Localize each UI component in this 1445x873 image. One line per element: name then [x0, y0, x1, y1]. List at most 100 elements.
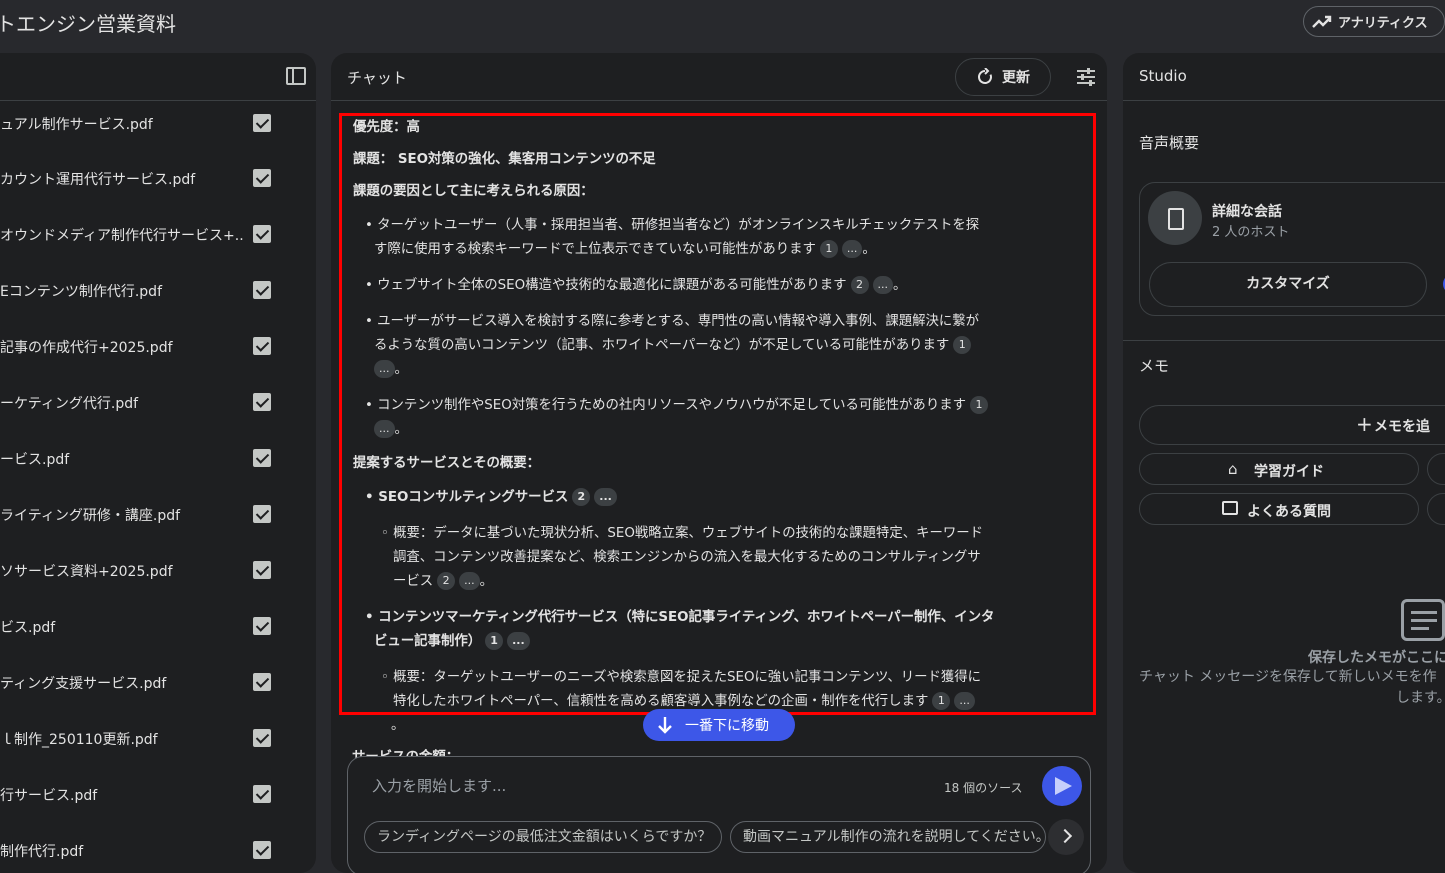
source-checkbox[interactable] [253, 785, 271, 803]
citation-more-badge[interactable]: ... [374, 360, 395, 378]
study-guide-button[interactable]: ⌂ 学習ガイド [1139, 453, 1419, 485]
citation-more-badge[interactable]: ... [594, 488, 617, 506]
source-item[interactable]: ソサービス資料+2025.pdf [0, 558, 300, 582]
timeline-button[interactable] [1427, 493, 1445, 525]
service-desc-text: 特化したホワイトペーパー、信頼性を高める顧客導入事例などの企画・制作を代行します [393, 694, 929, 709]
citation-badge[interactable]: 2 [572, 488, 591, 506]
source-checkbox[interactable] [253, 169, 271, 187]
settings-sliders-icon[interactable] [1076, 68, 1096, 86]
source-item[interactable]: ービス.pdf [0, 446, 300, 470]
send-button[interactable] [1042, 766, 1082, 806]
notebook-title[interactable]: トエンジン営業資料 [0, 8, 176, 37]
source-name: ライティング研修・講座.pdf [0, 508, 181, 524]
cause-item-cont: ...。 [374, 418, 408, 442]
chevron-right-icon[interactable] [1048, 819, 1084, 855]
citation-badge[interactable]: 1 [932, 692, 951, 710]
faq-label: よくある質問 [1247, 504, 1331, 520]
citation-badge[interactable]: 1 [485, 632, 504, 650]
suggestion-chip[interactable]: 動画マニュアル制作の流れを説明してください。 [730, 821, 1046, 853]
sources-panel: ュアル制作サービス.pdf カウント運用代行サービス.pdf オウンドメディア制… [0, 53, 316, 873]
chat-header: チャット 更新 [331, 53, 1107, 101]
citation-more-badge[interactable]: ... [954, 692, 975, 710]
collapse-panel-icon[interactable] [286, 67, 306, 85]
briefing-button[interactable] [1427, 453, 1445, 485]
citation-more-badge[interactable]: ... [841, 240, 863, 258]
top-bar: トエンジン営業資料 アナリティクス [0, 0, 1445, 45]
source-item[interactable]: カウント運用代行サービス.pdf [0, 166, 300, 190]
divider [1123, 340, 1445, 341]
citation-badge[interactable]: 1 [819, 240, 838, 258]
plus-icon: + [1356, 412, 1373, 436]
cause-text: す際に使用する検索キーワードで上位表示できていない可能性があります [374, 242, 816, 257]
period: 。 [862, 242, 876, 257]
source-checkbox[interactable] [253, 617, 271, 635]
chat-input-box[interactable]: 入力を開始します... 18 個のソース ランディングページの最低注文金額はいく… [347, 756, 1091, 873]
source-name: ーケティング代行.pdf [0, 396, 139, 412]
source-name: オウンドメディア制作代行サービス+... [0, 228, 245, 244]
source-checkbox[interactable] [253, 729, 271, 747]
source-checkbox[interactable] [253, 505, 271, 523]
citation-more-badge[interactable]: ... [872, 276, 894, 294]
issue-line: 課題： SEO対策の強化、集客用コンテンツの不足 [353, 152, 656, 167]
source-name: ュアル制作サービス.pdf [0, 117, 153, 133]
source-checkbox[interactable] [253, 225, 271, 243]
source-name: 記事の作成代行+2025.pdf [0, 340, 173, 356]
scroll-label: 一番下に移動 [685, 718, 769, 734]
refresh-button[interactable]: 更新 [955, 58, 1051, 96]
citation-badge[interactable]: 2 [850, 276, 869, 294]
source-item[interactable]: ビス.pdf [0, 614, 300, 638]
suggestion-chip[interactable]: ランディングページの最低注文金額はいくらですか？ [364, 821, 722, 853]
empty-memo-title: 保存したメモがここに [1308, 650, 1445, 666]
note-icon [1401, 599, 1445, 641]
cause-text: ユーザーがサービス導入を検討する際に参考とする、専門性の高い情報や導入事例、課題… [377, 314, 980, 329]
source-checkbox[interactable] [253, 393, 271, 411]
cause-item-cont: ...。 [374, 358, 408, 382]
service-desc-text: ービス [393, 574, 434, 589]
source-checkbox[interactable] [253, 281, 271, 299]
source-checkbox[interactable] [253, 673, 271, 691]
empty-memo-description: チャット メッセージを保存して新しいメモを作 [1139, 669, 1437, 685]
chat-title: チャット [347, 69, 407, 87]
scroll-to-bottom-button[interactable]: 一番下に移動 [643, 709, 795, 741]
source-item[interactable]: 制作代行.pdf [0, 838, 300, 862]
source-item[interactable]: ｌ制作_250110更新.pdf [0, 726, 300, 750]
period: 。 [394, 362, 408, 377]
source-checkbox[interactable] [253, 561, 271, 579]
period: 。 [479, 574, 494, 589]
source-item[interactable]: ライティング研修・講座.pdf [0, 502, 300, 526]
citation-badge[interactable]: 1 [970, 396, 988, 414]
source-item[interactable]: Eコンテンツ制作代行.pdf [0, 278, 300, 302]
citation-badge[interactable]: 1 [953, 336, 972, 354]
memo-heading: メモ [1139, 357, 1170, 375]
source-item[interactable]: オウンドメディア制作代行サービス+... [0, 222, 300, 246]
faq-button[interactable]: よくある質問 [1139, 493, 1419, 525]
cause-item: • ターゲットユーザー（人事・採用担当者、研修担当者など）がオンラインスキルチェ… [365, 218, 980, 233]
source-checkbox[interactable] [253, 841, 271, 859]
source-item[interactable]: 行サービス.pdf [0, 782, 300, 806]
citation-badge[interactable]: 2 [437, 572, 456, 590]
source-checkbox[interactable] [253, 337, 271, 355]
chat-response-message: 優先度：高 課題： SEO対策の強化、集客用コンテンツの不足 課題の要因として主… [339, 113, 1096, 715]
citation-more-badge[interactable]: ... [507, 632, 530, 650]
cause-item: • ウェブサイト全体のSEO構造や技術的な最適化に課題がある可能性があります 2.… [365, 276, 907, 294]
citation-more-badge[interactable]: ... [374, 420, 395, 438]
analytics-button[interactable]: アナリティクス [1303, 6, 1445, 37]
source-item[interactable]: ーケティング代行.pdf [0, 390, 300, 414]
source-item[interactable]: ティング支援サービス.pdf [0, 670, 300, 694]
source-checkbox[interactable] [253, 114, 271, 132]
source-checkbox[interactable] [253, 449, 271, 467]
cause-text: コンテンツ制作やSEO対策を行うための社内リソースやノウハウが不足している可能性… [377, 398, 966, 413]
customize-button[interactable]: カスタマイズ [1149, 262, 1427, 307]
citation-more-badge[interactable]: ... [459, 572, 480, 590]
source-name: ティング支援サービス.pdf [0, 676, 167, 692]
audio-title: 詳細な会話 [1212, 204, 1282, 220]
source-item[interactable]: ュアル制作サービス.pdf [0, 111, 300, 135]
add-memo-button[interactable]: + メモを追 [1139, 405, 1445, 445]
trending-up-icon [1312, 15, 1332, 28]
service-item: • コンテンツマーケティング代行サービス（特にSEO記事ライティング、ホワイトペ… [365, 610, 995, 625]
service-desc-text: 概要：データに基づいた現状分析、SEO戦略立案、ウェブサイトの技術的な課題特定、… [393, 526, 984, 541]
service-desc-text: 調査、コンテンツ改善提案など、検索エンジンからの流入を最大化するためのコンサルテ… [393, 550, 981, 565]
analytics-label: アナリティクス [1338, 16, 1428, 31]
source-item[interactable]: 記事の作成代行+2025.pdf [0, 334, 300, 358]
chat-input[interactable]: 入力を開始します... [372, 775, 506, 796]
